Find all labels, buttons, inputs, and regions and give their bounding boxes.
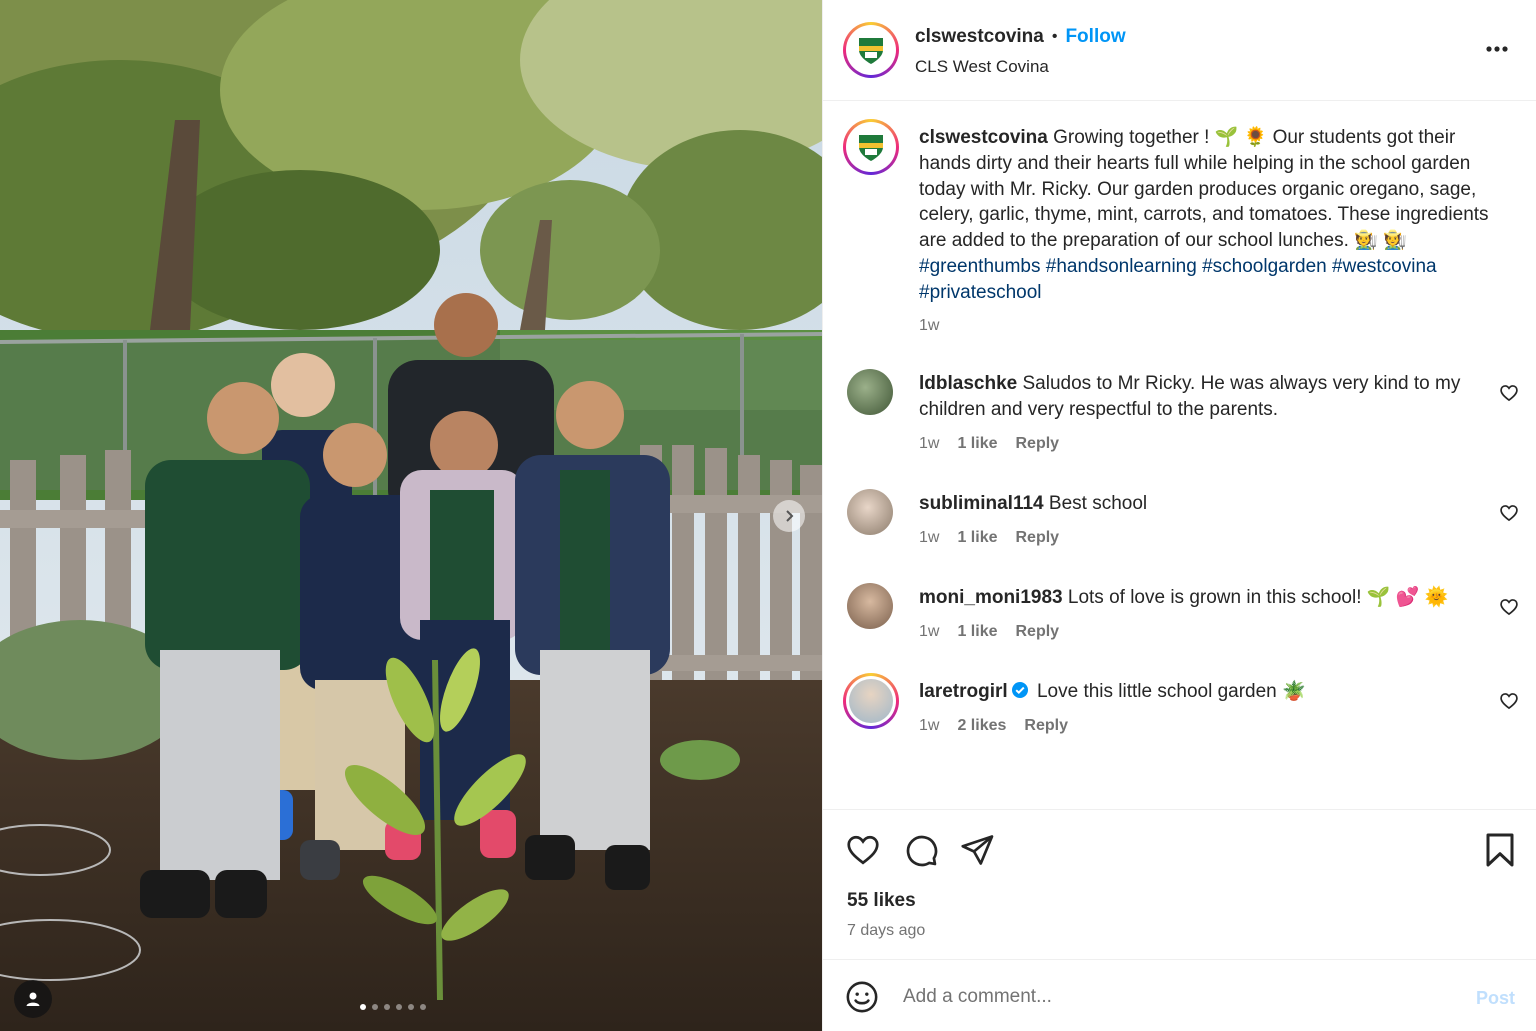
ellipsis-icon [1486,46,1508,52]
bookmark-icon [1486,833,1514,867]
heart-icon [1500,385,1518,402]
comment-like-button[interactable] [1499,691,1519,716]
separator-dot: • [1051,28,1058,45]
commenter-username[interactable]: ldblaschke [919,373,1017,394]
carousel-dot[interactable] [372,1004,378,1010]
user-tag-icon [26,992,40,1006]
caption-hashtags[interactable]: #greenthumbs #handsonlearning #schoolgar… [919,256,1437,303]
reply-button[interactable]: Reply [1024,717,1068,735]
carousel-dot[interactable] [384,1004,390,1010]
commenter-username[interactable]: laretrogirl [919,681,1008,702]
post-location[interactable]: CLS West Covina [915,57,1049,77]
reply-button[interactable]: Reply [1015,435,1059,453]
carousel-dot[interactable] [408,1004,414,1010]
heart-icon [847,835,879,865]
post-timestamp[interactable]: 7 days ago [847,922,925,940]
smiley-icon [846,981,878,1013]
like-button[interactable] [845,832,881,873]
post-modal: clswestcovina • Follow CLS West Covina c… [0,0,1536,1031]
comment-input[interactable] [903,980,1423,1014]
heart-icon [1500,505,1518,522]
comment-like-button[interactable] [1499,503,1519,528]
comment-composer: Post [823,959,1536,1031]
chevron-right-icon [786,510,794,522]
comment-like-button[interactable] [1499,383,1519,408]
paper-plane-icon [961,835,994,865]
comment-text: laretrogirl Love this little school gard… [919,679,1489,705]
school-crest-logo [859,135,883,161]
comment-text: subliminal114 Best school [919,491,1489,517]
comment-time[interactable]: 1w [919,623,939,641]
comment-bubble-icon [906,835,938,867]
comment-likes[interactable]: 2 likes [957,717,1006,735]
comment-button[interactable] [903,832,939,873]
commenter-avatar[interactable] [847,489,893,535]
comment-time[interactable]: 1w [919,717,939,735]
comment-like-button[interactable] [1499,597,1519,622]
comment-body: Love this little school garden 🪴 [1036,681,1306,702]
reply-button[interactable]: Reply [1015,623,1059,641]
commenter-username[interactable]: subliminal114 [919,493,1044,514]
comment-meta: 1w 1 like Reply [919,435,1059,453]
author-username[interactable]: clswestcovina [915,26,1044,48]
comment-time[interactable]: 1w [919,435,939,453]
caption-avatar[interactable] [843,119,899,175]
user-tag-button[interactable] [14,980,52,1018]
commenter-avatar[interactable] [843,673,899,729]
post-caption: clswestcovina Growing together ! 🌱 🌻 Our… [919,125,1499,306]
post-photo[interactable] [0,0,822,1031]
carousel-dot[interactable] [360,1004,366,1010]
commenter-avatar[interactable] [847,583,893,629]
comment-likes[interactable]: 1 like [957,529,997,547]
comment-meta: 1w 1 like Reply [919,623,1059,641]
carousel-dot[interactable] [396,1004,402,1010]
comments-list[interactable]: clswestcovina Growing together ! 🌱 🌻 Our… [823,101,1536,809]
likes-count[interactable]: 55 likes [847,890,916,912]
comment-meta: 1w 1 like Reply [919,529,1059,547]
emoji-picker-button[interactable] [845,980,879,1019]
comment-body: Best school [1048,493,1148,514]
post-header: clswestcovina • Follow CLS West Covina [823,0,1536,101]
share-button[interactable] [959,832,995,873]
comment-time[interactable]: 1w [919,529,939,547]
next-slide-button[interactable] [773,500,805,532]
save-button[interactable] [1483,832,1517,873]
follow-button[interactable]: Follow [1065,26,1125,48]
post-actions: 55 likes 7 days ago [823,809,1536,959]
comment-text: ldblaschke Saludos to Mr Ricky. He was a… [919,371,1489,423]
verified-badge-icon [1011,682,1028,698]
heart-icon [1500,599,1518,616]
carousel-indicator [360,1004,426,1010]
comment-likes[interactable]: 1 like [957,435,997,453]
garden-photo [0,0,822,1031]
caption-username[interactable]: clswestcovina [919,127,1048,148]
post-comment-button[interactable]: Post [1476,988,1515,1009]
caption-time[interactable]: 1w [919,317,939,335]
commenter-avatar[interactable] [847,369,893,415]
more-options-button[interactable] [1484,36,1510,67]
post-details-panel: clswestcovina • Follow CLS West Covina c… [822,0,1536,1031]
school-crest-logo [859,38,883,64]
heart-icon [1500,693,1518,710]
carousel-dot[interactable] [420,1004,426,1010]
comment-meta: 1w 2 likes Reply [919,717,1068,735]
comment-text: moni_moni1983 Lots of love is grown in t… [919,585,1489,611]
commenter-username[interactable]: moni_moni1983 [919,587,1063,608]
comment-likes[interactable]: 1 like [957,623,997,641]
reply-button[interactable]: Reply [1015,529,1059,547]
author-avatar[interactable] [843,22,899,78]
comment-body: Lots of love is grown in this school! 🌱 … [1067,587,1449,608]
